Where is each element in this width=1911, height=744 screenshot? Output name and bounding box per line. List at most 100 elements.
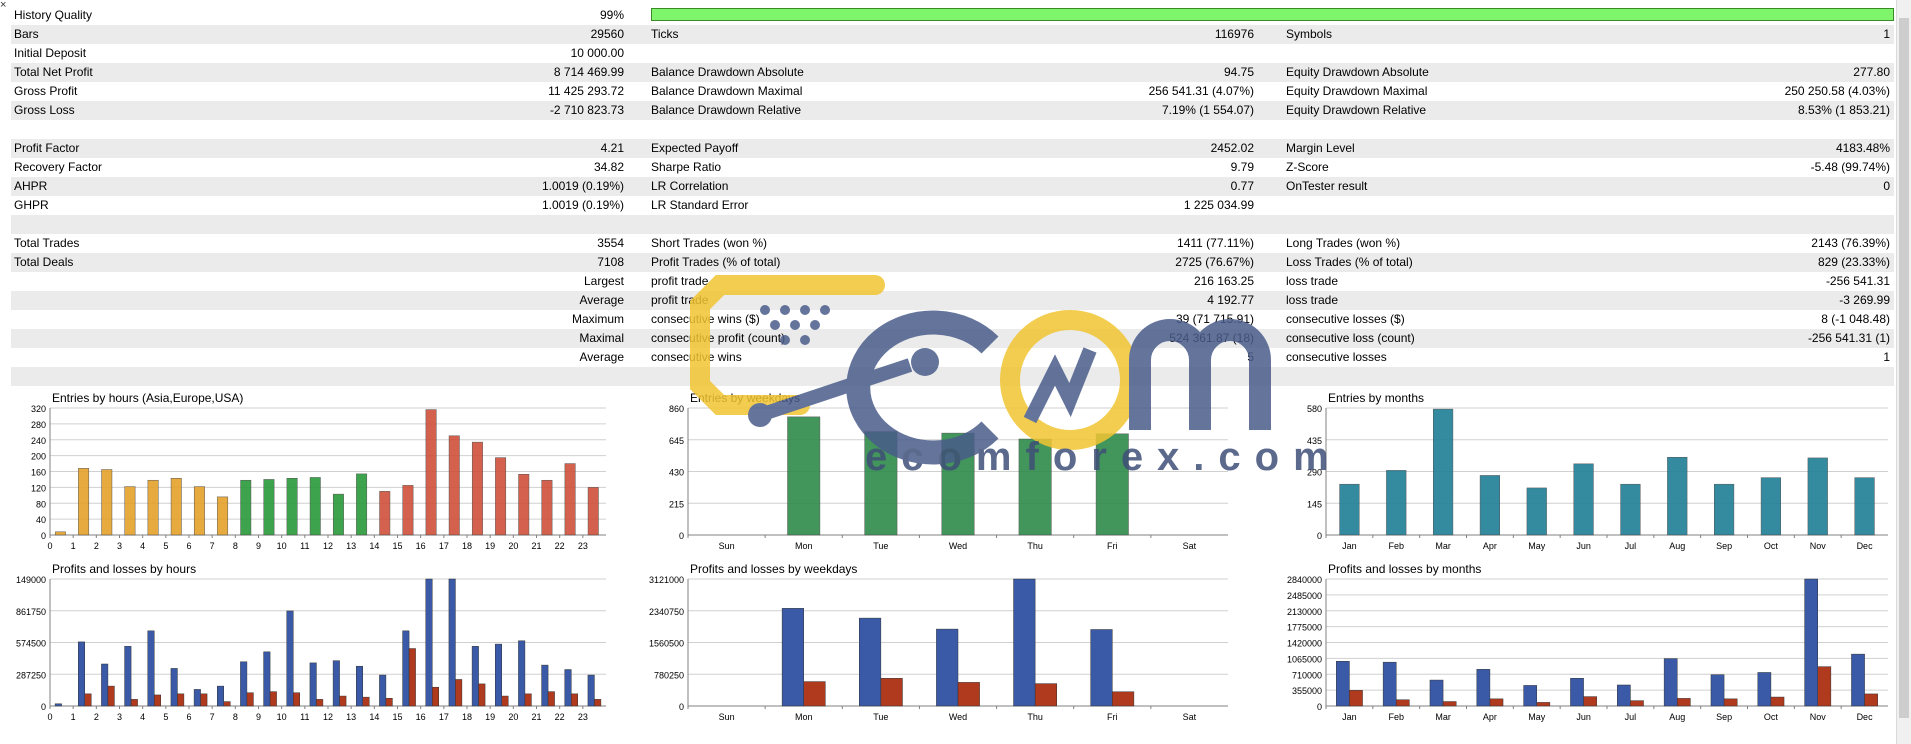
y-tick-label: 290 xyxy=(1307,468,1322,478)
bar xyxy=(1620,483,1641,536)
x-tick-label: 6 xyxy=(186,541,191,551)
x-tick-label: Nov xyxy=(1810,541,1827,551)
y-tick-label: 1775000 xyxy=(1287,623,1322,633)
x-tick-label: Sep xyxy=(1716,541,1732,551)
x-tick-label: Jul xyxy=(1625,541,1637,551)
profit-bar xyxy=(170,668,178,707)
y-tick-label: 2485000 xyxy=(1287,591,1322,601)
bar xyxy=(1432,408,1454,536)
bar xyxy=(193,486,205,536)
profit-bar xyxy=(240,661,248,707)
profit-bar xyxy=(1804,578,1819,707)
x-tick-label: 1 xyxy=(71,541,76,551)
bar xyxy=(1760,477,1782,536)
y-tick-label: 1420000 xyxy=(1287,639,1322,649)
profit-bar xyxy=(1090,629,1113,707)
x-tick-label: Thu xyxy=(1027,541,1043,551)
bar xyxy=(170,477,182,536)
profit-bar xyxy=(448,578,456,707)
loss-bar xyxy=(1770,696,1785,707)
chart-title: Entries by months xyxy=(1328,391,1424,405)
x-tick-label: 4 xyxy=(140,712,145,722)
chart-0: Entries by hours (Asia,Europe,USA)040801… xyxy=(31,391,606,551)
x-tick-label: Mon xyxy=(795,541,813,551)
x-tick-label: Sat xyxy=(1183,712,1197,722)
bar xyxy=(941,432,975,536)
x-tick-label: 10 xyxy=(277,712,287,722)
bar xyxy=(1479,475,1501,536)
profit-bar xyxy=(1757,672,1772,707)
loss-bar xyxy=(1583,696,1597,707)
x-tick-label: 17 xyxy=(439,541,449,551)
x-tick-label: Sun xyxy=(719,541,735,551)
chart-4: Profits and losses by weekdays 0 780250 156… xyxy=(649,562,1228,722)
bar xyxy=(240,479,252,536)
y-tick-label: 287250 xyxy=(16,670,46,680)
x-tick-label: 4 xyxy=(140,541,145,551)
profit-bar xyxy=(147,630,155,707)
bar xyxy=(78,468,90,536)
profit-bar xyxy=(124,646,132,707)
bar xyxy=(402,485,414,536)
x-tick-label: 22 xyxy=(555,541,565,551)
bar xyxy=(101,469,113,536)
x-tick-label: Aug xyxy=(1669,712,1685,722)
bar xyxy=(356,473,368,536)
profit-bar xyxy=(1336,661,1350,707)
y-tick-label: 780250 xyxy=(654,670,684,680)
profit-bar xyxy=(1523,685,1538,707)
profit-bar xyxy=(309,662,317,707)
x-tick-label: 18 xyxy=(462,712,472,722)
bar xyxy=(495,457,507,536)
profit-bar xyxy=(471,646,479,707)
loss-bar xyxy=(269,691,277,707)
bar xyxy=(518,474,530,536)
loss-bar xyxy=(246,692,254,707)
x-tick-label: Oct xyxy=(1764,712,1779,722)
x-tick-label: 8 xyxy=(233,541,238,551)
x-tick-label: Jan xyxy=(1342,541,1357,551)
loss-bar xyxy=(316,699,324,707)
x-tick-label: 20 xyxy=(508,712,518,722)
bar xyxy=(217,496,229,536)
y-tick-label: 280 xyxy=(31,420,46,430)
profit-bar xyxy=(78,641,86,707)
bar xyxy=(1713,483,1735,536)
x-tick-label: Thu xyxy=(1027,712,1043,722)
loss-bar xyxy=(293,692,300,707)
x-tick-label: 14 xyxy=(369,541,379,551)
bar xyxy=(1807,457,1828,536)
vertical-scrollbar[interactable] xyxy=(1896,0,1911,744)
x-tick-label: 11 xyxy=(300,712,309,722)
chart-title: Entries by weekdays xyxy=(690,391,800,405)
bar xyxy=(587,487,599,536)
loss-bar xyxy=(130,699,138,707)
loss-bar xyxy=(1034,683,1057,707)
x-tick-label: 16 xyxy=(416,541,426,551)
scrollbar-thumb[interactable] xyxy=(1899,18,1909,718)
profit-bar xyxy=(217,685,225,707)
y-tick-label: 0 xyxy=(679,531,684,541)
x-tick-label: Sep xyxy=(1716,712,1732,722)
profit-bar xyxy=(859,617,882,707)
chart-5: Profits and losses by months 0 355000 71000… xyxy=(1287,562,1888,722)
x-tick-label: Nov xyxy=(1810,712,1827,722)
y-tick-label: 435 xyxy=(1307,436,1322,446)
profit-bar xyxy=(356,665,364,707)
bar xyxy=(471,441,483,536)
loss-bar xyxy=(880,678,903,707)
x-tick-label: Apr xyxy=(1483,541,1497,551)
y-tick-label: 0 xyxy=(41,531,46,541)
x-tick-label: 0 xyxy=(47,712,52,722)
y-tick-label: 2840000 xyxy=(1287,575,1322,585)
x-tick-label: 17 xyxy=(439,712,449,722)
bar xyxy=(332,493,344,536)
profit-bar xyxy=(1013,578,1036,707)
x-tick-label: 3 xyxy=(117,712,122,722)
x-tick-label: 21 xyxy=(531,541,541,551)
y-tick-label: 710000 xyxy=(1292,670,1322,680)
profit-bar xyxy=(495,643,503,707)
x-tick-label: Sat xyxy=(1183,541,1197,551)
profit-bar xyxy=(193,689,201,707)
loss-bar xyxy=(1396,699,1410,707)
